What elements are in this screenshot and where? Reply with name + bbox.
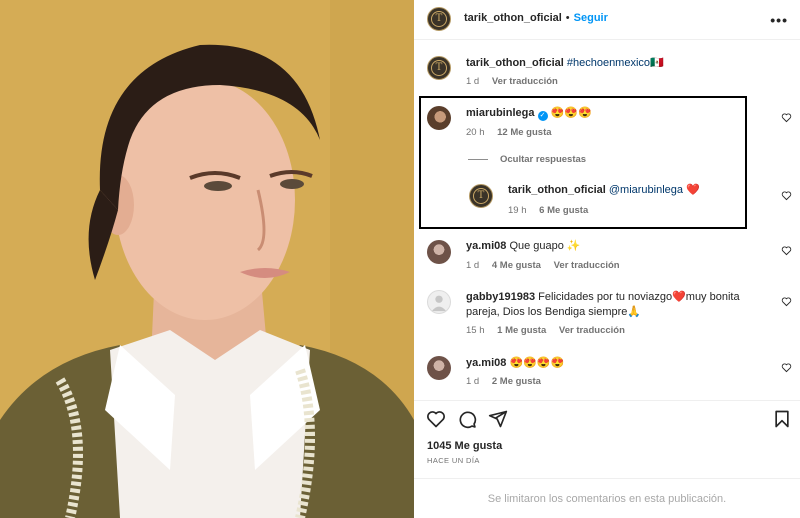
comment-text: gabby191983 Felicidades por tu noviazgo❤…	[466, 290, 756, 320]
comment-likes-link[interactable]: 2 Me gusta	[492, 376, 541, 387]
comments-limited-notice: Se limitaron los comentarios en esta pub…	[414, 478, 800, 518]
caption-translate-link[interactable]: Ver traducción	[492, 76, 558, 87]
more-options-icon[interactable]: •••	[770, 12, 788, 28]
author-avatar[interactable]: T	[427, 7, 451, 31]
comment-body: Que guapo ✨	[509, 240, 581, 252]
logo-icon: T	[431, 11, 447, 27]
caption-text: tarik_othon_oficial #hechoenmexico🇲🇽	[466, 56, 664, 71]
comment-likes-link[interactable]: 4 Me gusta	[492, 260, 541, 271]
comment-time: 1 d	[466, 260, 480, 271]
comment-time: 15 h	[466, 325, 485, 336]
comment-like-heart-icon[interactable]	[781, 362, 792, 373]
caption-time: 1 d	[466, 76, 480, 87]
comment-text: ya.mi08 Que guapo ✨	[466, 239, 581, 254]
comment-username[interactable]: ya.mi08	[466, 240, 506, 252]
follow-button[interactable]: Seguir	[574, 12, 608, 24]
author-username[interactable]: tarik_othon_oficial	[464, 12, 562, 24]
comment-bubble-icon[interactable]	[457, 409, 477, 429]
post-photo	[0, 0, 414, 518]
comment-meta: 15 h 1 Me gusta Ver traducción	[466, 325, 635, 336]
caption-avatar[interactable]: T	[427, 56, 451, 80]
post-panel: T tarik_othon_oficial • Seguir ••• T tarik…	[414, 0, 800, 518]
comment-like-heart-icon[interactable]	[781, 112, 792, 123]
comment-body: 😍😍😍😍	[509, 357, 565, 369]
portrait-illustration	[0, 0, 414, 518]
likes-count[interactable]: 1045 Me gusta	[427, 440, 502, 452]
comment-like-heart-icon[interactable]	[781, 245, 792, 256]
comment-meta: 1 d 4 Me gusta Ver traducción	[466, 260, 630, 271]
share-send-icon[interactable]	[488, 409, 508, 429]
avatar-photo	[427, 356, 451, 380]
default-avatar-icon[interactable]	[427, 290, 451, 314]
separator-dot: •	[565, 12, 570, 24]
comment-avatar[interactable]	[427, 356, 451, 380]
like-heart-icon[interactable]	[426, 409, 446, 429]
post-time: HACE UN DÍA	[427, 456, 480, 465]
reply-like-heart-icon[interactable]	[781, 190, 792, 201]
comment-meta: 1 d 2 Me gusta	[466, 376, 551, 387]
caption-hashtag[interactable]: #hechoenmexico🇲🇽	[567, 57, 664, 69]
comment-likes-link[interactable]: 1 Me gusta	[497, 325, 546, 336]
caption-meta: 1 d Ver traducción	[466, 76, 568, 87]
comment-username[interactable]: ya.mi08	[466, 357, 506, 369]
comment-username[interactable]: gabby191983	[466, 291, 535, 303]
comment-translate-link[interactable]: Ver traducción	[559, 325, 625, 336]
highlight-box	[419, 96, 747, 229]
comment-avatar[interactable]	[427, 240, 451, 264]
comment-text: ya.mi08 😍😍😍😍	[466, 356, 564, 371]
comments-limited-text: Se limitaron los comentarios en esta pub…	[487, 492, 727, 505]
action-bar	[414, 400, 800, 434]
logo-icon: T	[431, 60, 447, 76]
post-header: T tarik_othon_oficial • Seguir •••	[414, 0, 800, 40]
bookmark-icon[interactable]	[772, 409, 792, 429]
comment-like-heart-icon[interactable]	[781, 296, 792, 307]
comment-time: 1 d	[466, 376, 480, 387]
caption-username[interactable]: tarik_othon_oficial	[466, 57, 564, 69]
avatar-photo	[427, 240, 451, 264]
user-silhouette-icon	[431, 295, 447, 312]
comment-translate-link[interactable]: Ver traducción	[554, 260, 620, 271]
